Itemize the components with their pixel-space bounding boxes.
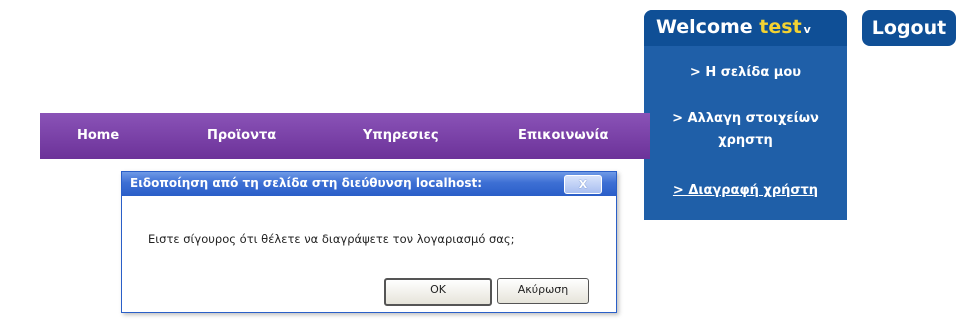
dialog-titlebar[interactable]: Ειδοποίηση από τη σελίδα στη διεύθυνση l… <box>122 172 616 196</box>
logout-button[interactable]: Logout <box>862 10 956 46</box>
menu-item-my-page[interactable]: > Η σελίδα μου <box>644 62 847 84</box>
nav-item-contact[interactable]: Επικοινωνία <box>518 113 608 159</box>
nav-item-products[interactable]: Προϊοντα <box>207 113 276 159</box>
close-button[interactable]: X <box>564 175 602 194</box>
close-icon: X <box>578 178 588 191</box>
welcome-prefix: Welcome <box>656 16 760 38</box>
menu-item-edit-user-line2[interactable]: χρηστη <box>644 130 847 152</box>
welcome-username: test <box>759 16 802 38</box>
nav-item-services[interactable]: Υπηρεσιες <box>363 113 439 159</box>
user-menu-panel: Welcome test v > Η σελίδα μου > Αλλαγη στ… <box>644 10 847 220</box>
ok-button[interactable]: OK <box>384 278 492 306</box>
main-nav: Home Προϊοντα Υπηρεσιες Επικοινωνία <box>40 113 650 159</box>
menu-item-delete-user[interactable]: > Διαγραφή χρήστη <box>644 180 847 202</box>
dialog-title: Ειδοποίηση από τη σελίδα στη διεύθυνση l… <box>130 176 483 190</box>
nav-item-home[interactable]: Home <box>77 113 119 159</box>
chevron-down-icon: v <box>803 23 811 36</box>
welcome-title[interactable]: Welcome test v <box>656 16 811 38</box>
user-menu-header[interactable]: Welcome test v <box>644 10 847 46</box>
dialog-message: Ειστε σίγουρος ότι θέλετε να διαγράψετε … <box>148 232 515 246</box>
menu-item-edit-user-line1[interactable]: > Αλλαγη στοιχείων <box>644 108 847 130</box>
cancel-button[interactable]: Ακύρωση <box>497 278 589 304</box>
